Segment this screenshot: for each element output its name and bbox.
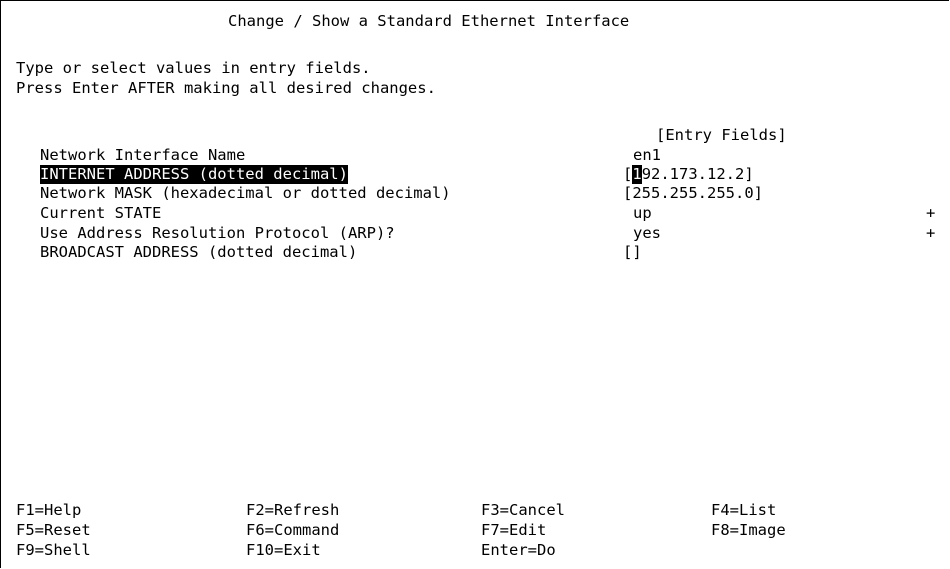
- field-label-current-state[interactable]: Current STATE: [40, 204, 161, 223]
- list-marker-current-state[interactable]: +: [926, 204, 935, 223]
- fkey-f9-shell[interactable]: F9=Shell: [16, 541, 91, 560]
- smit-screen: Change / Show a Standard Ethernet Interf…: [0, 0, 949, 568]
- bracket-open: [: [623, 165, 633, 183]
- bracket-open: [: [623, 184, 633, 202]
- field-label-broadcast-address[interactable]: BROADCAST ADDRESS (dotted decimal): [40, 243, 357, 262]
- bracket-close: ]: [632, 243, 642, 261]
- field-value-current-state[interactable]: up: [633, 204, 652, 223]
- network-mask-value[interactable]: 255.255.255.0: [632, 184, 753, 202]
- field-entry-internet-address[interactable]: [192.173.12.2]: [623, 165, 754, 184]
- fkey-f6-command[interactable]: F6=Command: [246, 521, 339, 540]
- fkey-f7-edit[interactable]: F7=Edit: [481, 521, 546, 540]
- field-entry-broadcast-address[interactable]: []: [623, 243, 642, 262]
- instruction-line-2: Press Enter AFTER making all desired cha…: [16, 79, 436, 97]
- field-label-internet-address[interactable]: INTERNET ADDRESS (dotted decimal): [40, 165, 348, 184]
- fkey-f3-cancel[interactable]: F3=Cancel: [481, 501, 565, 520]
- list-marker-arp[interactable]: +: [926, 224, 935, 243]
- field-label-interface-name[interactable]: Network Interface Name: [40, 146, 245, 165]
- bracket-open: [: [623, 243, 633, 261]
- fkey-f8-image[interactable]: F8=Image: [711, 521, 786, 540]
- fkey-enter-do[interactable]: Enter=Do: [481, 541, 556, 560]
- fkey-f10-exit[interactable]: F10=Exit: [246, 541, 321, 560]
- internet-address-value[interactable]: 92.173.12.2: [642, 165, 745, 183]
- fkey-f1-help[interactable]: F1=Help: [16, 501, 81, 520]
- entry-fields-header: [Entry Fields]: [656, 126, 787, 144]
- bracket-close: ]: [753, 184, 764, 202]
- field-label-arp[interactable]: Use Address Resolution Protocol (ARP)?: [40, 224, 395, 243]
- field-entry-network-mask[interactable]: [255.255.255.0]: [623, 184, 763, 203]
- field-value-interface-name: en1: [633, 146, 661, 164]
- bracket-close: ]: [744, 165, 754, 183]
- fkey-f5-reset[interactable]: F5=Reset: [16, 521, 91, 540]
- field-value-arp[interactable]: yes: [633, 224, 661, 243]
- instruction-line-1: Type or select values in entry fields.: [16, 59, 371, 77]
- fkey-f2-refresh[interactable]: F2=Refresh: [246, 501, 339, 520]
- fkey-f4-list[interactable]: F4=List: [711, 501, 776, 520]
- text-cursor: 1: [632, 165, 642, 184]
- screen-title: Change / Show a Standard Ethernet Interf…: [228, 12, 630, 30]
- field-label-network-mask[interactable]: Network MASK (hexadecimal or dotted deci…: [40, 184, 451, 203]
